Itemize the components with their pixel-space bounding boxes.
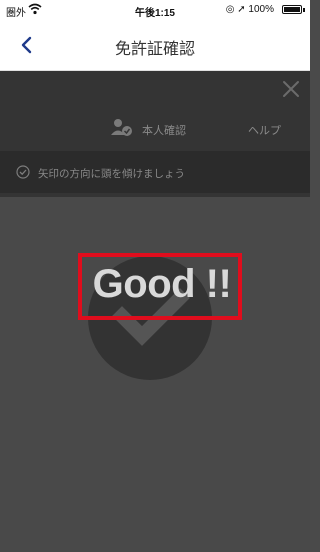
close-button[interactable] bbox=[282, 80, 300, 98]
status-bar: 圏外 午後1:15 ◎ ➚ 100% bbox=[0, 0, 310, 20]
check-circle-icon bbox=[16, 165, 30, 179]
highlight-annotation-box bbox=[78, 253, 242, 320]
close-icon bbox=[283, 81, 299, 97]
instruction-text: 矢印の方向に頭を傾けましょう bbox=[38, 168, 185, 180]
tab-bar: 本人確認 ヘルプ bbox=[0, 112, 310, 146]
location-icon: ◎ ➚ bbox=[225, 4, 249, 15]
person-check-icon bbox=[110, 118, 134, 138]
instruction-banner: 矢印の方向に頭を傾けましょう bbox=[0, 151, 310, 193]
tab-help[interactable]: ヘルプ bbox=[248, 122, 281, 138]
battery-icon bbox=[282, 5, 302, 14]
page-title: 免許証確認 bbox=[114, 41, 195, 58]
battery-percent: ◎ ➚ 100% bbox=[225, 4, 274, 15]
navigation-bar: 免許証確認 bbox=[0, 20, 310, 71]
tab-identity-label: 本人確認 bbox=[142, 125, 186, 137]
